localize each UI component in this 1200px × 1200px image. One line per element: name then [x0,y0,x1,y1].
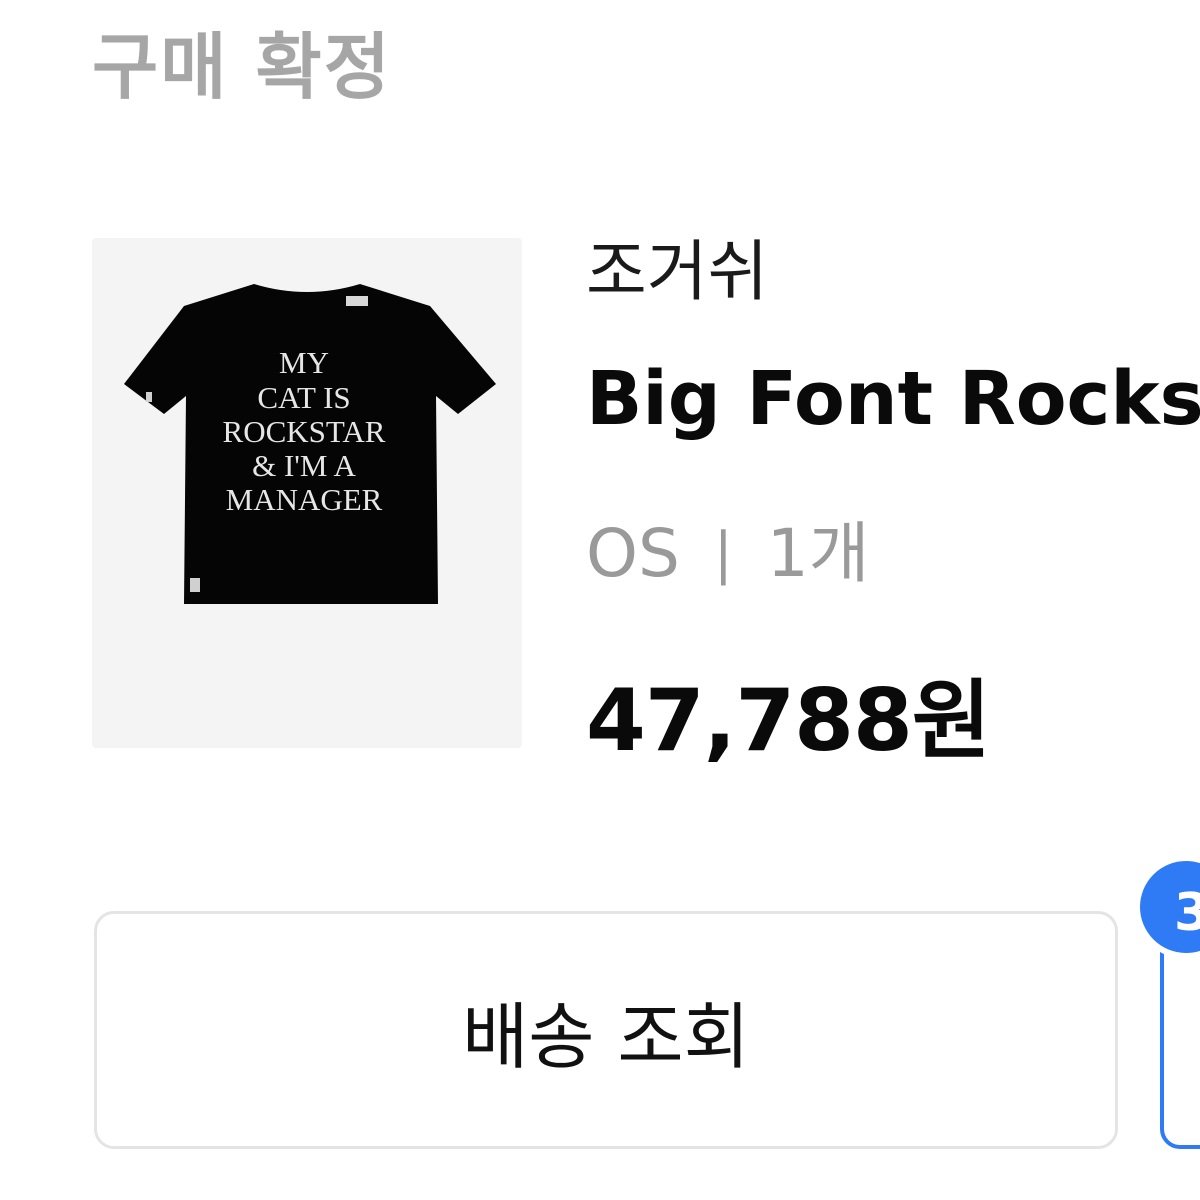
product-name[interactable]: Big Font Rocks [586,356,1200,442]
option-separator: | [713,521,733,586]
shirt-print-line-4: & I'M A [252,448,356,483]
option-quantity: 1개 [766,515,870,592]
product-price: 47,788원 [586,671,991,771]
tshirt-icon: MY CAT IS ROCKSTAR & I'M A MANAGER [124,284,496,604]
shirt-print-line-5: MANAGER [226,482,383,517]
shirt-print-line-2: CAT IS [257,380,350,415]
option-size: OS [586,515,680,592]
step-badge: 3 [1134,855,1200,959]
track-delivery-label: 배송 조회 [462,994,750,1079]
brand-name[interactable]: 조거쉬 [586,218,768,314]
product-image[interactable]: MY CAT IS ROCKSTAR & I'M A MANAGER [92,238,522,748]
product-option: OS | 1개 [586,500,869,596]
page-title: 구매 확정 [92,25,393,109]
shirt-print-line-1: MY [279,345,329,380]
order-page: 구매 확정 MY CAT IS ROCKSTAR & I'M A MANAGER… [0,0,1200,1200]
shirt-print-line-3: ROCKSTAR [223,414,386,449]
track-delivery-button[interactable]: 배송 조회 [94,911,1118,1149]
